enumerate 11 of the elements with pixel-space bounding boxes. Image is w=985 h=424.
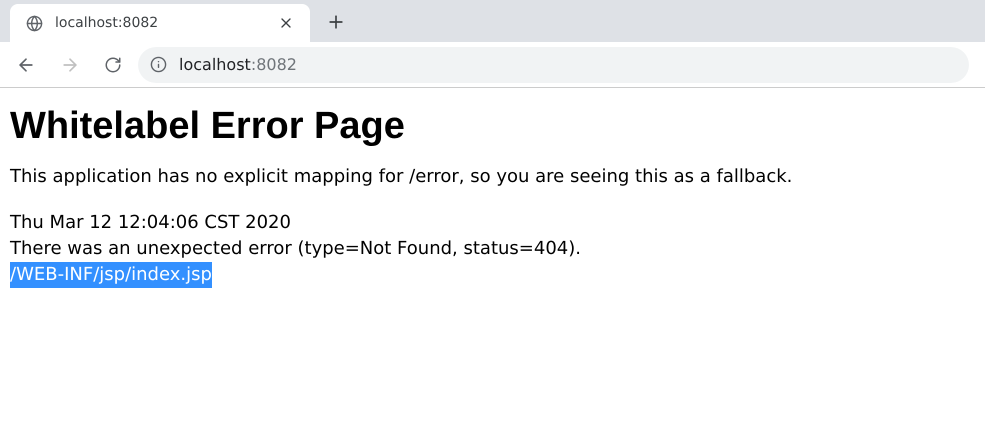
error-line: Thu Mar 12 12:04:06 CST 2020 [10, 211, 291, 235]
page-heading: Whitelabel Error Page [10, 104, 406, 149]
error-line: There was an unexpected error (type=Not Found, status=404). [10, 237, 581, 261]
globe-icon [26, 14, 43, 32]
reload-icon[interactable] [104, 56, 122, 74]
page-paragraph: This application has no explicit mapping for /error, so you are seeing this as a fallback. [10, 165, 794, 189]
info-icon [150, 56, 167, 73]
address-text: localhost:8082 [179, 54, 297, 76]
tab-title: localhost:8082 [55, 14, 160, 32]
browser-tab[interactable]: localhost:8082 [10, 4, 310, 42]
address-field[interactable]: localhost:8082 [138, 46, 969, 82]
